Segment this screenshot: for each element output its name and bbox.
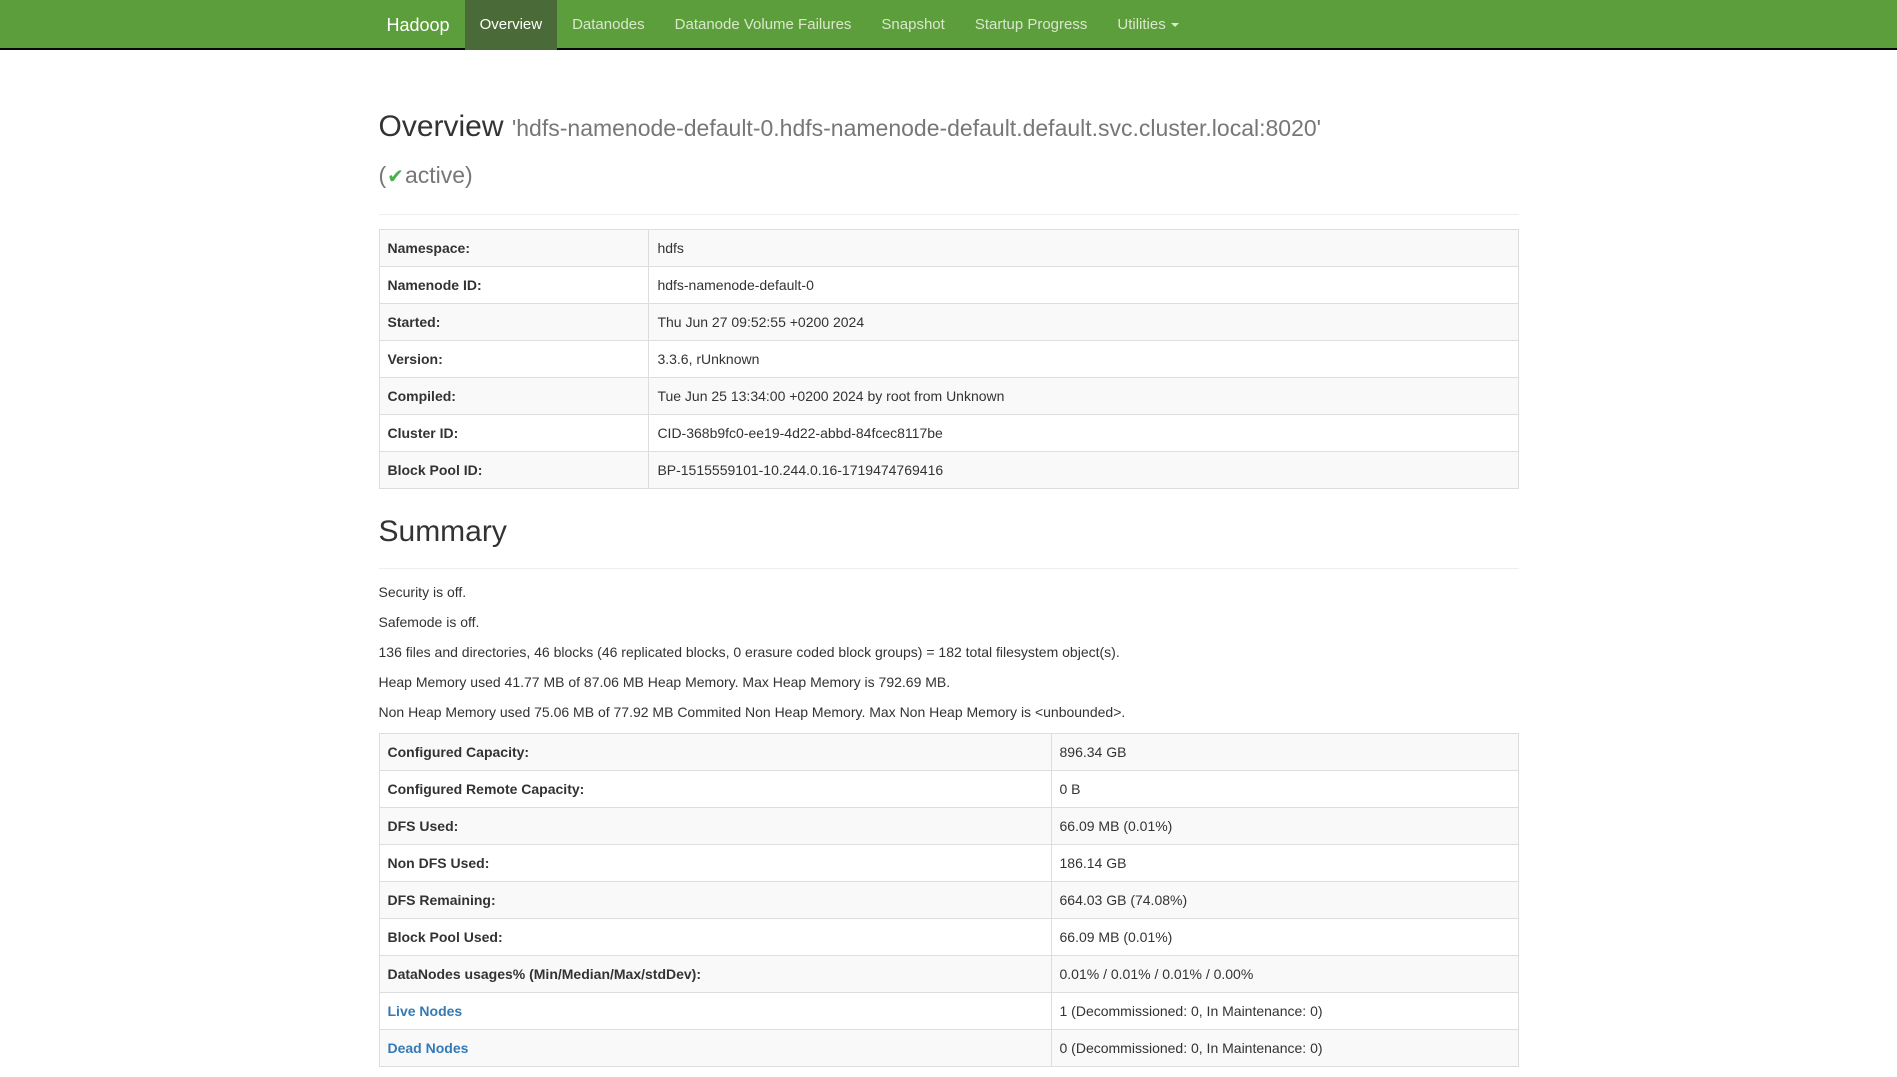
row-label: Namespace: — [379, 230, 649, 267]
nav-item-snapshot: Snapshot — [866, 0, 959, 50]
summary-heading: Summary — [379, 509, 1519, 554]
nav-link-utilities[interactable]: Utilities — [1102, 0, 1193, 50]
table-row: Namenode ID:hdfs-namenode-default-0 — [379, 267, 1518, 304]
row-value: 896.34 GB — [1051, 733, 1518, 770]
page-title-subtitle: 'hdfs-namenode-default-0.hdfs-namenode-d… — [379, 115, 1322, 188]
row-value: Tue Jun 25 13:34:00 +0200 2024 by root f… — [649, 378, 1518, 415]
nav-link-datanode-volume-failures[interactable]: Datanode Volume Failures — [660, 0, 867, 50]
navbar-menu: OverviewDatanodesDatanode Volume Failure… — [465, 0, 1194, 50]
summary-line: 136 files and directories, 46 blocks (46… — [379, 643, 1519, 663]
check-icon: ✔ — [386, 166, 405, 188]
row-label: Cluster ID: — [379, 415, 649, 452]
ha-state: (✔active) — [379, 162, 473, 188]
row-label: Block Pool ID: — [379, 452, 649, 489]
table-row: Compiled:Tue Jun 25 13:34:00 +0200 2024 … — [379, 378, 1518, 415]
summary-line: Non Heap Memory used 75.06 MB of 77.92 M… — [379, 703, 1519, 723]
table-row: Dead Nodes 0 (Decommissioned: 0, In Maint… — [379, 1029, 1518, 1066]
row-value: hdfs-namenode-default-0 — [649, 267, 1518, 304]
page-title: Overview 'hdfs-namenode-default-0.hdfs-n… — [379, 104, 1519, 200]
table-row: DFS Remaining:664.03 GB (74.08%) — [379, 881, 1518, 918]
live-nodes-link[interactable]: Live Nodes — [388, 1003, 463, 1019]
row-value: 3.3.6, rUnknown — [649, 341, 1518, 378]
namenode-address: 'hdfs-namenode-default-0.hdfs-namenode-d… — [512, 115, 1321, 141]
caret-down-icon — [1171, 23, 1179, 27]
info-table-body: Namespace:hdfsNamenode ID:hdfs-namenode-… — [379, 230, 1518, 489]
table-row: Live Nodes 1 (Decommissioned: 0, In Maint… — [379, 992, 1518, 1029]
row-value: 664.03 GB (74.08%) — [1051, 881, 1518, 918]
table-row: Version:3.3.6, rUnknown — [379, 341, 1518, 378]
row-value: 1 (Decommissioned: 0, In Maintenance: 0) — [1051, 992, 1518, 1029]
row-label: Dead Nodes — [379, 1029, 1051, 1066]
nav-link-overview[interactable]: Overview — [465, 0, 558, 50]
dead-nodes-link[interactable]: Dead Nodes — [388, 1040, 469, 1056]
nav-link-datanodes[interactable]: Datanodes — [557, 0, 660, 50]
table-row: Non DFS Used:186.14 GB — [379, 844, 1518, 881]
row-label: Configured Capacity: — [379, 733, 1051, 770]
table-row: Started:Thu Jun 27 09:52:55 +0200 2024 — [379, 304, 1518, 341]
summary-line: Safemode is off. — [379, 613, 1519, 633]
row-label: DataNodes usages% (Min/Median/Max/stdDev… — [379, 955, 1051, 992]
row-value: 66.09 MB (0.01%) — [1051, 807, 1518, 844]
row-label: Non DFS Used: — [379, 844, 1051, 881]
table-row: Cluster ID:CID-368b9fc0-ee19-4d22-abbd-8… — [379, 415, 1518, 452]
summary-table-body: Configured Capacity:896.34 GBConfigured … — [379, 733, 1518, 1066]
row-value: hdfs — [649, 230, 1518, 267]
summary-line: Security is off. — [379, 583, 1519, 603]
summary-line: Heap Memory used 41.77 MB of 87.06 MB He… — [379, 673, 1519, 693]
navbar: Hadoop OverviewDatanodesDatanode Volume … — [0, 0, 1897, 50]
nav-item-datanode-volume-failures: Datanode Volume Failures — [660, 0, 867, 50]
table-row: Block Pool Used:66.09 MB (0.01%) — [379, 918, 1518, 955]
nav-link-startup-progress[interactable]: Startup Progress — [960, 0, 1103, 50]
info-table: Namespace:hdfsNamenode ID:hdfs-namenode-… — [379, 229, 1519, 489]
nav-item-datanodes: Datanodes — [557, 0, 660, 50]
table-row: DataNodes usages% (Min/Median/Max/stdDev… — [379, 955, 1518, 992]
nav-link-snapshot[interactable]: Snapshot — [866, 0, 959, 50]
row-label: Block Pool Used: — [379, 918, 1051, 955]
row-value: Thu Jun 27 09:52:55 +0200 2024 — [649, 304, 1518, 341]
row-value: CID-368b9fc0-ee19-4d22-abbd-84fcec8117be — [649, 415, 1518, 452]
row-label: DFS Used: — [379, 807, 1051, 844]
summary-table: Configured Capacity:896.34 GBConfigured … — [379, 733, 1519, 1067]
navbar-container: Hadoop OverviewDatanodesDatanode Volume … — [379, 0, 1519, 50]
page-title-text: Overview — [379, 110, 504, 143]
table-row: Namespace:hdfs — [379, 230, 1518, 267]
row-label: Compiled: — [379, 378, 649, 415]
nav-item-overview: Overview — [465, 0, 558, 50]
brand-link[interactable]: Hadoop — [379, 0, 465, 50]
row-label: Live Nodes — [379, 992, 1051, 1029]
divider — [379, 568, 1519, 569]
table-row: Configured Remote Capacity:0 B — [379, 770, 1518, 807]
table-row: Configured Capacity:896.34 GB — [379, 733, 1518, 770]
row-value: 0.01% / 0.01% / 0.01% / 0.00% — [1051, 955, 1518, 992]
nav-item-utilities: Utilities — [1102, 0, 1193, 50]
main-content: Overview 'hdfs-namenode-default-0.hdfs-n… — [379, 104, 1519, 1067]
row-value: BP-1515559101-10.244.0.16-1719474769416 — [649, 452, 1518, 489]
row-value: 0 (Decommissioned: 0, In Maintenance: 0) — [1051, 1029, 1518, 1066]
row-label: Started: — [379, 304, 649, 341]
row-label: Version: — [379, 341, 649, 378]
table-row: Block Pool ID:BP-1515559101-10.244.0.16-… — [379, 452, 1518, 489]
row-value: 0 B — [1051, 770, 1518, 807]
table-row: DFS Used:66.09 MB (0.01%) — [379, 807, 1518, 844]
row-value: 66.09 MB (0.01%) — [1051, 918, 1518, 955]
summary-text: Security is off. Safemode is off. 136 file… — [379, 583, 1519, 723]
row-label: Configured Remote Capacity: — [379, 770, 1051, 807]
row-label: DFS Remaining: — [379, 881, 1051, 918]
nav-item-startup-progress: Startup Progress — [960, 0, 1103, 50]
row-label: Namenode ID: — [379, 267, 649, 304]
divider — [379, 214, 1519, 215]
row-value: 186.14 GB — [1051, 844, 1518, 881]
